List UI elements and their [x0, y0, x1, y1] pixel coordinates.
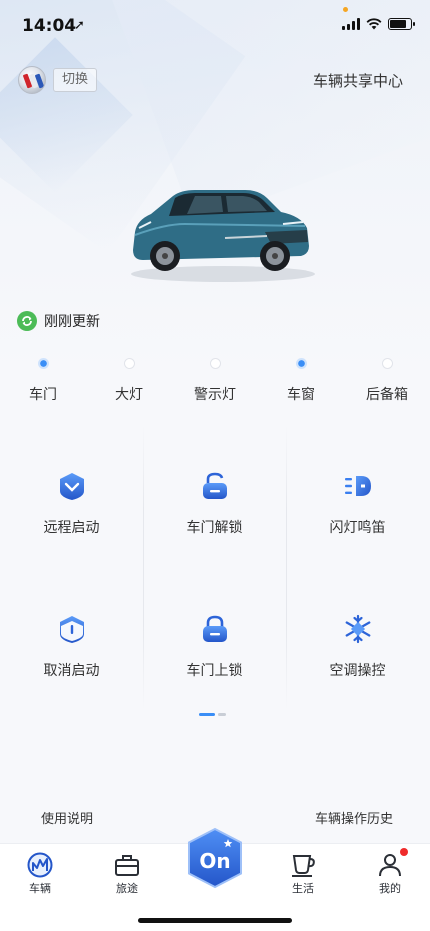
car-tab-icon — [27, 852, 53, 878]
status-label: 警示灯 — [194, 387, 236, 403]
status-label: 车窗 — [287, 387, 315, 403]
battery-icon — [388, 18, 415, 30]
cellular-signal-icon — [342, 18, 360, 30]
remote-start-icon — [59, 473, 84, 500]
tab-vehicle[interactable]: 车辆 — [10, 852, 70, 896]
status-label: 车门 — [29, 387, 57, 403]
remote-start-button[interactable]: 远程启动 — [0, 425, 143, 567]
status-item-headlight: 大灯 — [94, 358, 164, 404]
refresh-status[interactable]: 刚刚更新 — [17, 311, 100, 331]
control-label: 车门上锁 — [186, 663, 243, 679]
onstar-label: On — [199, 849, 230, 873]
control-label: 取消启动 — [43, 663, 100, 679]
page-dot-active — [199, 713, 215, 716]
remote-control-grid: 远程启动 车门解锁 闪灯鸣笛 取消启动 车门上锁 空调操控 — [0, 425, 430, 710]
tab-label: 车辆 — [29, 882, 51, 895]
lock-icon — [202, 615, 227, 642]
coffee-cup-icon — [292, 855, 315, 877]
location-arrow-icon: ➚ — [74, 18, 85, 33]
status-dot — [209, 358, 221, 369]
vehicle-share-center-link[interactable]: 车辆共享中心 — [313, 70, 403, 91]
vehicle-image — [131, 190, 315, 282]
status-item-trunk: 后备箱 — [352, 358, 422, 404]
header: 切换 车辆共享中心 — [0, 64, 430, 98]
operation-history-link[interactable]: 车辆操作历史 — [315, 808, 393, 827]
climate-snowflake-icon — [345, 614, 370, 644]
control-label: 车门解锁 — [186, 520, 243, 536]
wifi-icon — [366, 18, 382, 30]
tab-label: 生活 — [292, 882, 314, 895]
status-dot — [381, 358, 393, 369]
status-dot — [123, 358, 135, 369]
privacy-indicator-dot — [343, 7, 348, 12]
status-item-window: 车窗 — [266, 358, 336, 404]
door-lock-button[interactable]: 车门上锁 — [143, 568, 286, 710]
climate-control-button[interactable]: 空调操控 — [286, 568, 429, 710]
notification-dot — [400, 848, 408, 856]
flash-horn-button[interactable]: 闪灯鸣笛 — [286, 425, 429, 567]
tab-life[interactable]: 生活 — [273, 852, 333, 896]
unlock-icon — [202, 472, 227, 499]
tab-mine[interactable]: 我的 — [360, 852, 420, 896]
status-item-door: 车门 — [8, 358, 78, 404]
page-indicator — [199, 713, 226, 716]
door-unlock-button[interactable]: 车门解锁 — [143, 425, 286, 567]
status-item-hazard-light: 警示灯 — [180, 358, 250, 404]
cancel-start-button[interactable]: 取消启动 — [0, 568, 143, 710]
status-dot — [295, 358, 307, 369]
control-label: 远程启动 — [43, 520, 100, 536]
status-label: 大灯 — [115, 387, 143, 403]
vehicle-status-row: 车门 大灯 警示灯 车窗 后备箱 — [0, 358, 430, 408]
instructions-link[interactable]: 使用说明 — [41, 808, 93, 827]
page-dot — [218, 713, 226, 716]
cancel-start-icon — [59, 616, 84, 643]
buick-logo — [18, 66, 46, 94]
control-label: 空调操控 — [329, 663, 386, 679]
control-label: 闪灯鸣笛 — [329, 520, 386, 536]
refresh-text: 刚刚更新 — [44, 314, 100, 330]
status-dot — [37, 358, 49, 369]
tab-label: 旅途 — [116, 882, 138, 895]
tab-label: 我的 — [379, 882, 401, 895]
status-bar: 14:04 ➚ — [0, 0, 430, 50]
user-icon — [379, 854, 401, 877]
status-label: 后备箱 — [366, 387, 408, 403]
tab-journey[interactable]: 旅途 — [97, 852, 157, 896]
briefcase-icon — [115, 855, 139, 876]
onstar-button[interactable]: On — [186, 827, 244, 889]
switch-vehicle-button[interactable]: 切换 — [53, 68, 98, 92]
refresh-icon — [17, 311, 37, 331]
home-indicator — [138, 918, 292, 923]
flash-horn-icon — [344, 476, 371, 496]
status-time: 14:04 — [22, 16, 77, 36]
